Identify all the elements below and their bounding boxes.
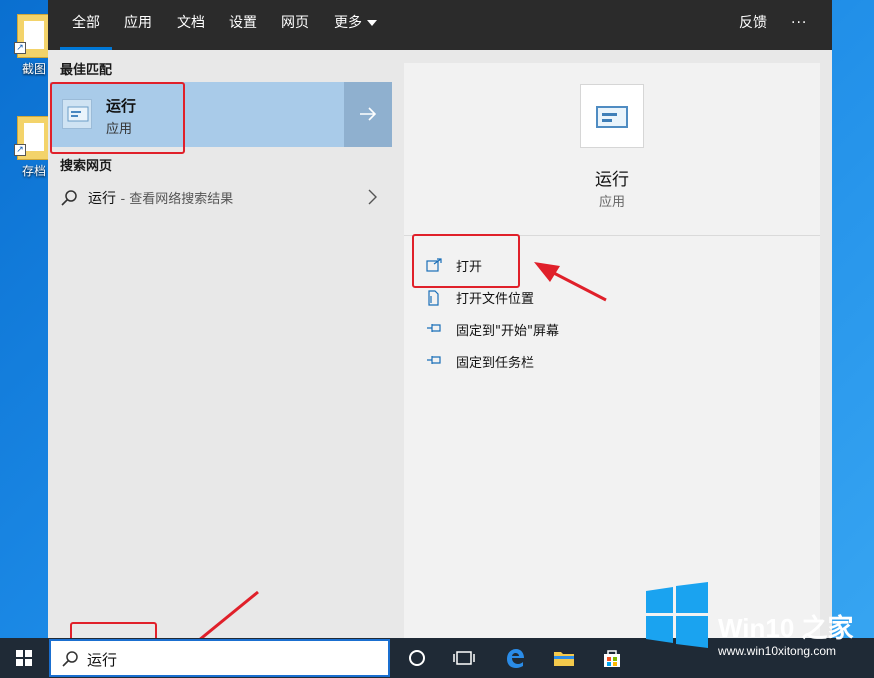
annotation-arrows xyxy=(170,262,607,664)
search-icon xyxy=(62,651,78,667)
task-view-button[interactable] xyxy=(452,646,476,670)
edge-button[interactable] xyxy=(503,646,527,670)
watermark-brand: Win10 之家 xyxy=(718,613,854,643)
cortana-button[interactable] xyxy=(405,646,429,670)
windows-logo-icon xyxy=(646,582,708,648)
edge-icon xyxy=(507,649,524,668)
taskbar-search-box[interactable] xyxy=(49,639,390,677)
search-input[interactable] xyxy=(87,647,377,671)
store-button[interactable] xyxy=(600,646,624,670)
windows-start-icon xyxy=(16,650,32,666)
start-button[interactable] xyxy=(0,638,48,678)
file-explorer-button[interactable] xyxy=(552,646,576,670)
watermark-url: www.win10xitong.com xyxy=(718,644,837,658)
arrow-to-open xyxy=(534,262,607,302)
cortana-icon xyxy=(409,650,425,666)
task-view-icon xyxy=(453,651,475,665)
win10-watermark-logo: Win10 之家 www.win10xitong.com xyxy=(640,578,872,674)
store-icon xyxy=(604,650,620,667)
file-explorer-icon xyxy=(554,652,574,666)
